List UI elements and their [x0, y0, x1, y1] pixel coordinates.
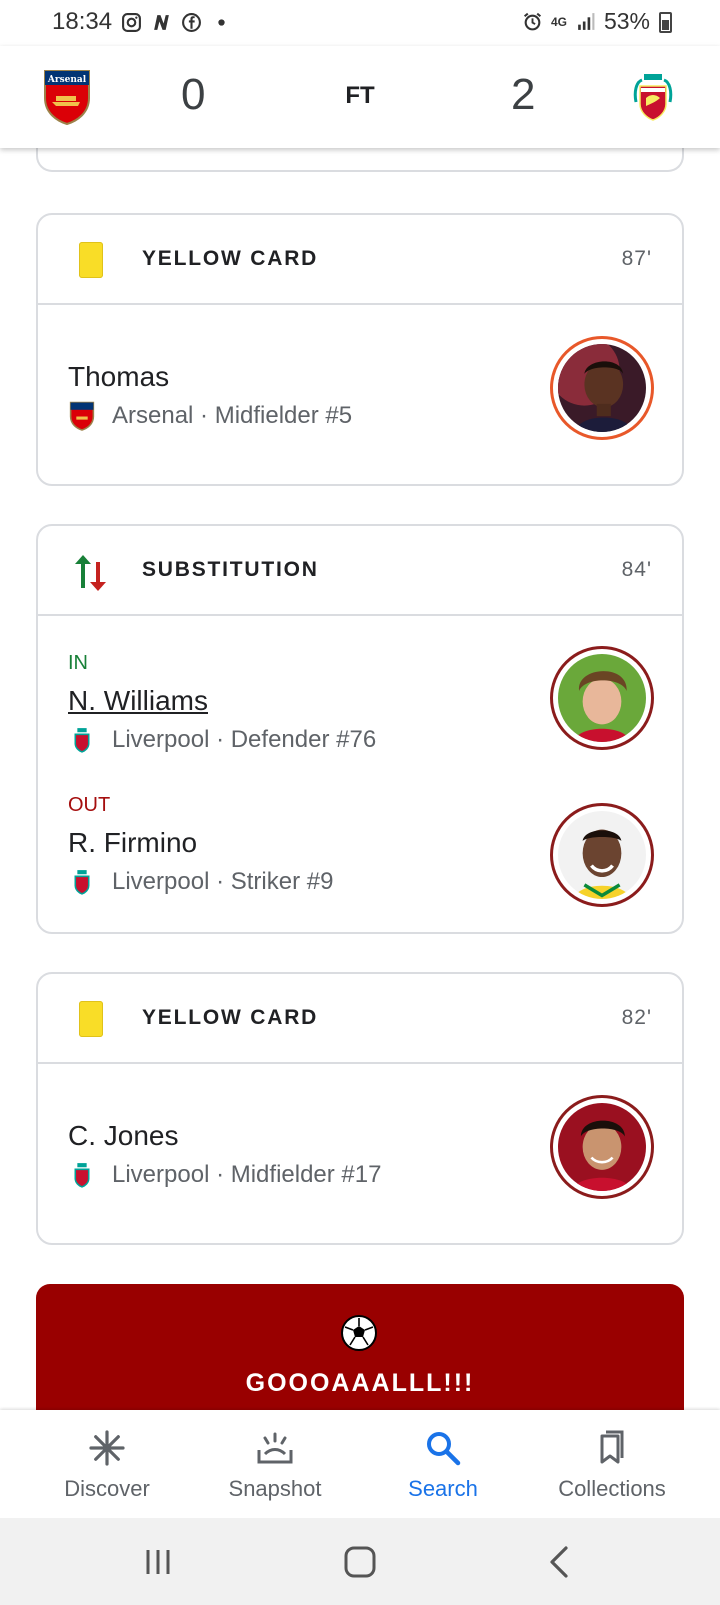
search-icon [427, 1432, 461, 1466]
signal-icon [578, 13, 595, 30]
network-type: 4G [550, 14, 567, 29]
battery-percent: 53% [603, 8, 650, 34]
event-minute: 82' [621, 1006, 652, 1029]
player-name[interactable]: Thomas [68, 361, 352, 393]
player-in-info: IN N. Williams Liverpool · Defender #76 [68, 652, 376, 755]
nav-discover[interactable]: Discover [27, 1428, 187, 1502]
liverpool-crest-icon [74, 870, 90, 895]
event-card-header: YELLOW CARD 82' [38, 974, 682, 1064]
liverpool-crest-icon [74, 728, 90, 753]
substitution-arrows-icon [75, 555, 106, 591]
instagram-icon [122, 12, 142, 32]
battery-icon [659, 12, 672, 33]
nav-label: Search [408, 1476, 478, 1501]
collections-bookmark-icon [600, 1430, 624, 1464]
player-team-position: Liverpool · Striker #9 [112, 868, 334, 895]
in-label: IN [68, 652, 88, 674]
system-navigation-bar [0, 1518, 720, 1605]
away-score: 2 [511, 70, 536, 119]
discover-asterisk-icon [89, 1430, 125, 1466]
event-minute: 84' [621, 558, 652, 581]
player-team-position: Liverpool · Defender #76 [112, 726, 377, 753]
facebook-icon [182, 12, 202, 32]
status-bar: 18:34 4G 53% [0, 0, 720, 46]
alarm-icon [523, 12, 541, 31]
event-card-yellow-thomas[interactable]: YELLOW CARD 87' Thomas Arsenal · Midfiel… [36, 213, 684, 486]
match-status: FT [345, 82, 375, 109]
arsenal-crest-icon: Arsenal [44, 70, 90, 126]
player-photo [558, 654, 646, 742]
back-icon[interactable] [540, 1542, 580, 1582]
player-avatar[interactable] [550, 336, 654, 440]
player-out-info: OUT R. Firmino Liverpool · Striker #9 [68, 794, 333, 897]
nav-snapshot[interactable]: Snapshot [195, 1428, 355, 1502]
recent-apps-icon[interactable] [138, 1542, 178, 1582]
player-in-meta: Liverpool · Defender #76 [68, 725, 376, 755]
player-team-position: Liverpool · Midfielder #17 [112, 1161, 382, 1188]
event-card-header: YELLOW CARD 87' [38, 215, 682, 305]
event-type: SUBSTITUTION [142, 558, 319, 581]
status-time: 18:34 [52, 8, 113, 35]
arsenal-crest-icon [69, 401, 95, 431]
home-icon[interactable] [340, 1542, 380, 1582]
news-app-icon [154, 14, 169, 30]
liverpool-crest-icon [74, 1163, 90, 1188]
player-in-avatar[interactable] [550, 646, 654, 750]
nav-search[interactable]: Search [363, 1428, 523, 1502]
notification-dot-icon [218, 18, 225, 26]
snapshot-icon [257, 1432, 293, 1464]
player-photo [558, 1103, 646, 1191]
player-meta: Liverpool · Midfielder #17 [68, 1160, 381, 1190]
nav-label: Snapshot [228, 1476, 322, 1501]
out-label: OUT [68, 794, 111, 816]
nav-label: Discover [64, 1476, 150, 1501]
event-card-substitution[interactable]: SUBSTITUTION 84' IN N. Williams Liverpoo… [36, 524, 684, 934]
player-info: C. Jones Liverpool · Midfielder #17 [68, 1120, 381, 1190]
event-minute: 87' [621, 247, 652, 270]
player-in-name[interactable]: N. Williams [68, 685, 376, 717]
liverpool-crest-icon [633, 74, 673, 121]
player-out-name[interactable]: R. Firmino [68, 827, 333, 859]
player-name[interactable]: C. Jones [68, 1120, 381, 1152]
nav-label: Collections [558, 1476, 666, 1501]
event-card-header: SUBSTITUTION 84' [38, 526, 682, 616]
yellow-card-icon [79, 1001, 103, 1037]
bottom-navigation: Discover Snapshot Search Collections [0, 1410, 720, 1518]
event-type: YELLOW CARD [142, 1006, 319, 1029]
player-photo [558, 344, 646, 432]
player-avatar[interactable] [550, 1095, 654, 1199]
player-out-meta: Liverpool · Striker #9 [68, 867, 333, 897]
player-team-position: Arsenal · Midfielder #5 [112, 402, 353, 429]
soccer-ball-icon [341, 1315, 377, 1351]
player-meta: Arsenal · Midfielder #5 [68, 401, 352, 431]
player-out-avatar[interactable] [550, 803, 654, 907]
goal-text: GOOOAAALLL!!! [245, 1369, 475, 1397]
yellow-card-icon [79, 242, 103, 278]
svg-text:Arsenal: Arsenal [47, 75, 87, 85]
home-score: 0 [181, 70, 206, 119]
score-header[interactable]: Arsenal 0 FT 2 [0, 46, 720, 148]
player-info: Thomas Arsenal · Midfielder #5 [68, 361, 352, 431]
player-photo [558, 811, 646, 899]
event-type: YELLOW CARD [142, 247, 319, 270]
event-card-yellow-jones[interactable]: YELLOW CARD 82' C. Jones Liverpool · Mid… [36, 972, 684, 1245]
nav-collections[interactable]: Collections [532, 1428, 692, 1502]
